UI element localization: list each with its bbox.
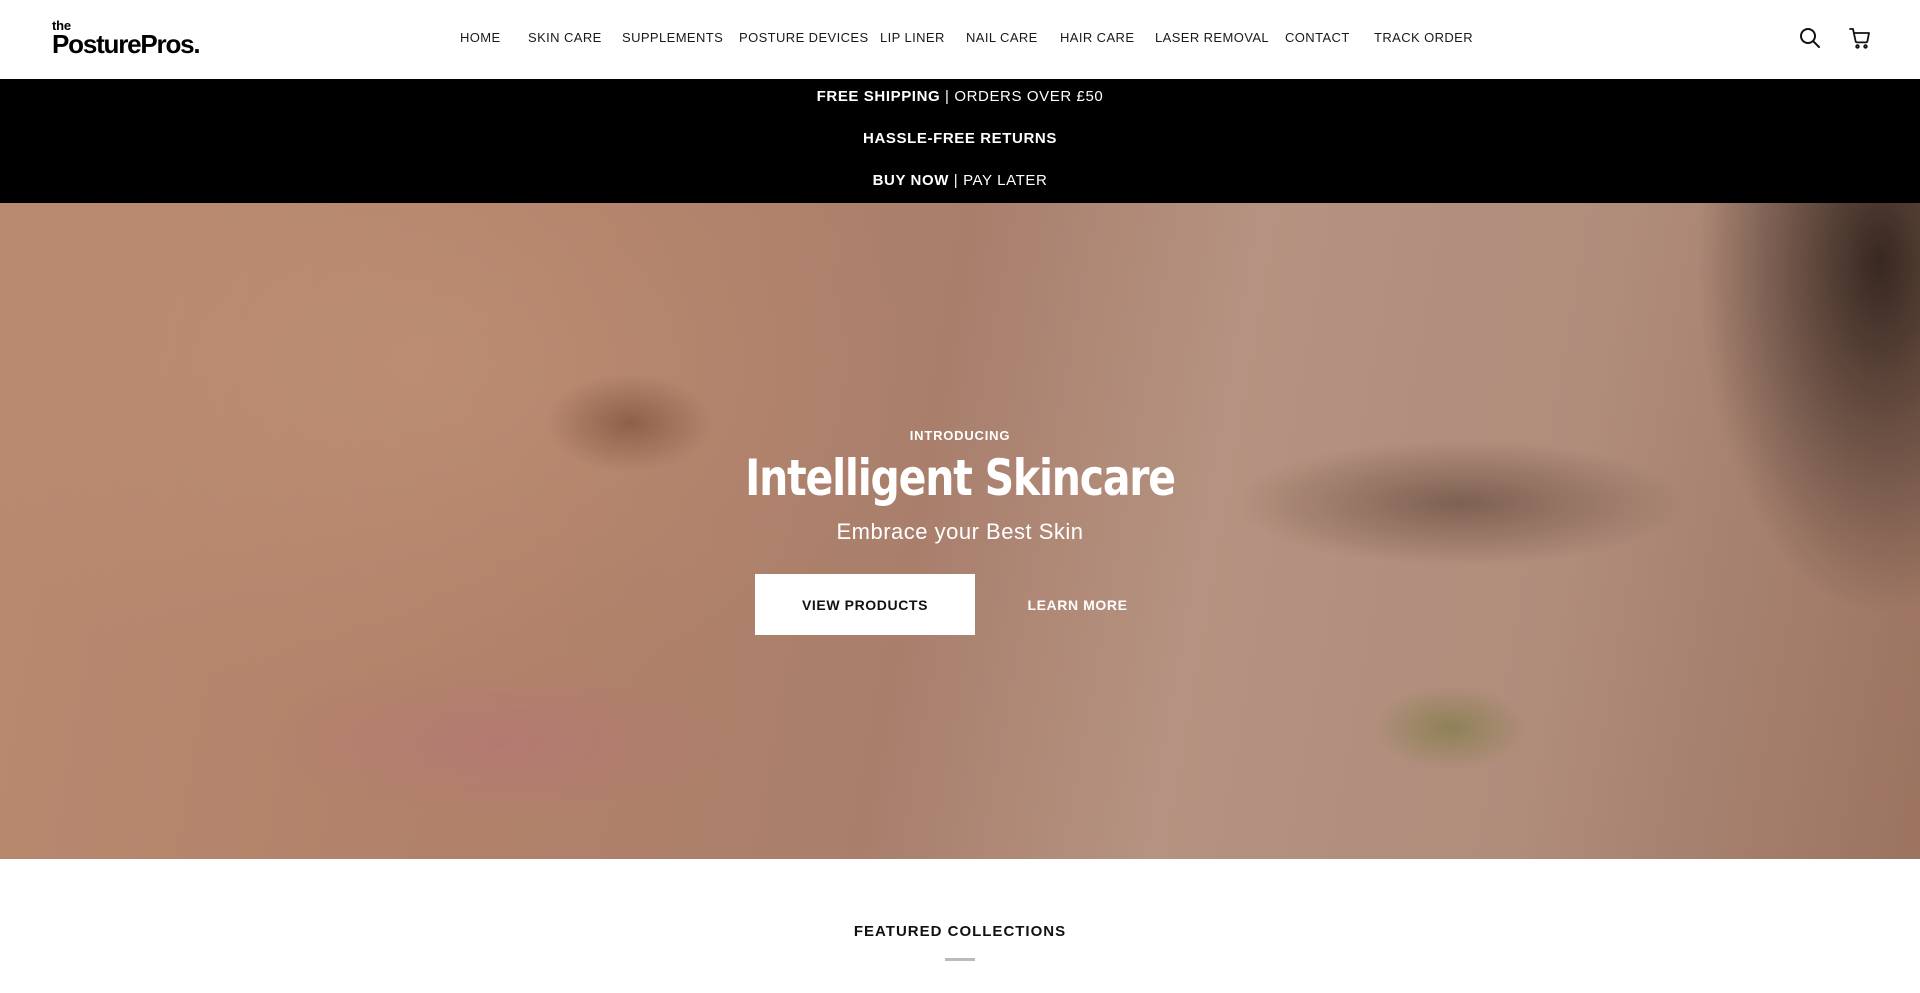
announcement-paylater: BUY NOW | PAY LATER: [0, 172, 1920, 189]
cart-icon[interactable]: [1848, 26, 1872, 50]
hero-banner: INTRODUCING Intelligent Skincare Embrace…: [0, 203, 1920, 859]
announcement-paylater-rest: | PAY LATER: [949, 172, 1048, 189]
nav-contact[interactable]: CONTACT: [1285, 30, 1350, 45]
featured-collections-heading: FEATURED COLLECTIONS: [853, 923, 1067, 940]
announcement-returns: HASSLE-FREE RETURNS: [0, 130, 1920, 147]
announcement-shipping-bold: FREE SHIPPING: [816, 88, 941, 105]
hero-eyebrow: INTRODUCING: [909, 428, 1011, 443]
nav-supplements[interactable]: SUPPLEMENTS: [622, 30, 723, 45]
search-icon[interactable]: [1798, 26, 1822, 50]
heading-divider: [945, 958, 975, 961]
view-products-button[interactable]: VIEW PRODUCTS: [755, 574, 975, 635]
hero-subtitle: Embrace your Best Skin: [836, 519, 1084, 544]
site-header: the PosturePros. HOME SKIN CARE SUPPLEME…: [0, 0, 1920, 79]
nav-hair-care[interactable]: HAIR CARE: [1060, 30, 1134, 45]
nav-home[interactable]: HOME: [460, 30, 501, 45]
nav-track-order[interactable]: TRACK ORDER: [1374, 30, 1473, 45]
hero-title: Intelligent Skincare: [745, 449, 1176, 507]
announcement-bar: FREE SHIPPING | ORDERS OVER £50 HASSLE-F…: [0, 79, 1920, 203]
announcement-shipping-rest: | ORDERS OVER £50: [940, 88, 1104, 105]
nav-posture-devices[interactable]: POSTURE DEVICES: [739, 30, 869, 45]
nav-skin-care[interactable]: SKIN CARE: [528, 30, 602, 45]
nav-lip-liner[interactable]: LIP LINER: [880, 30, 945, 45]
main-nav: HOME SKIN CARE SUPPLEMENTS POSTURE DEVIC…: [0, 0, 1920, 79]
announcement-returns-bold: HASSLE-FREE RETURNS: [863, 130, 1057, 147]
nav-laser-removal[interactable]: LASER REMOVAL: [1155, 30, 1269, 45]
announcement-shipping: FREE SHIPPING | ORDERS OVER £50: [0, 88, 1920, 105]
announcement-paylater-bold: BUY NOW: [872, 172, 950, 189]
learn-more-button[interactable]: LEARN MORE: [1010, 574, 1145, 635]
nav-nail-care[interactable]: NAIL CARE: [966, 30, 1038, 45]
